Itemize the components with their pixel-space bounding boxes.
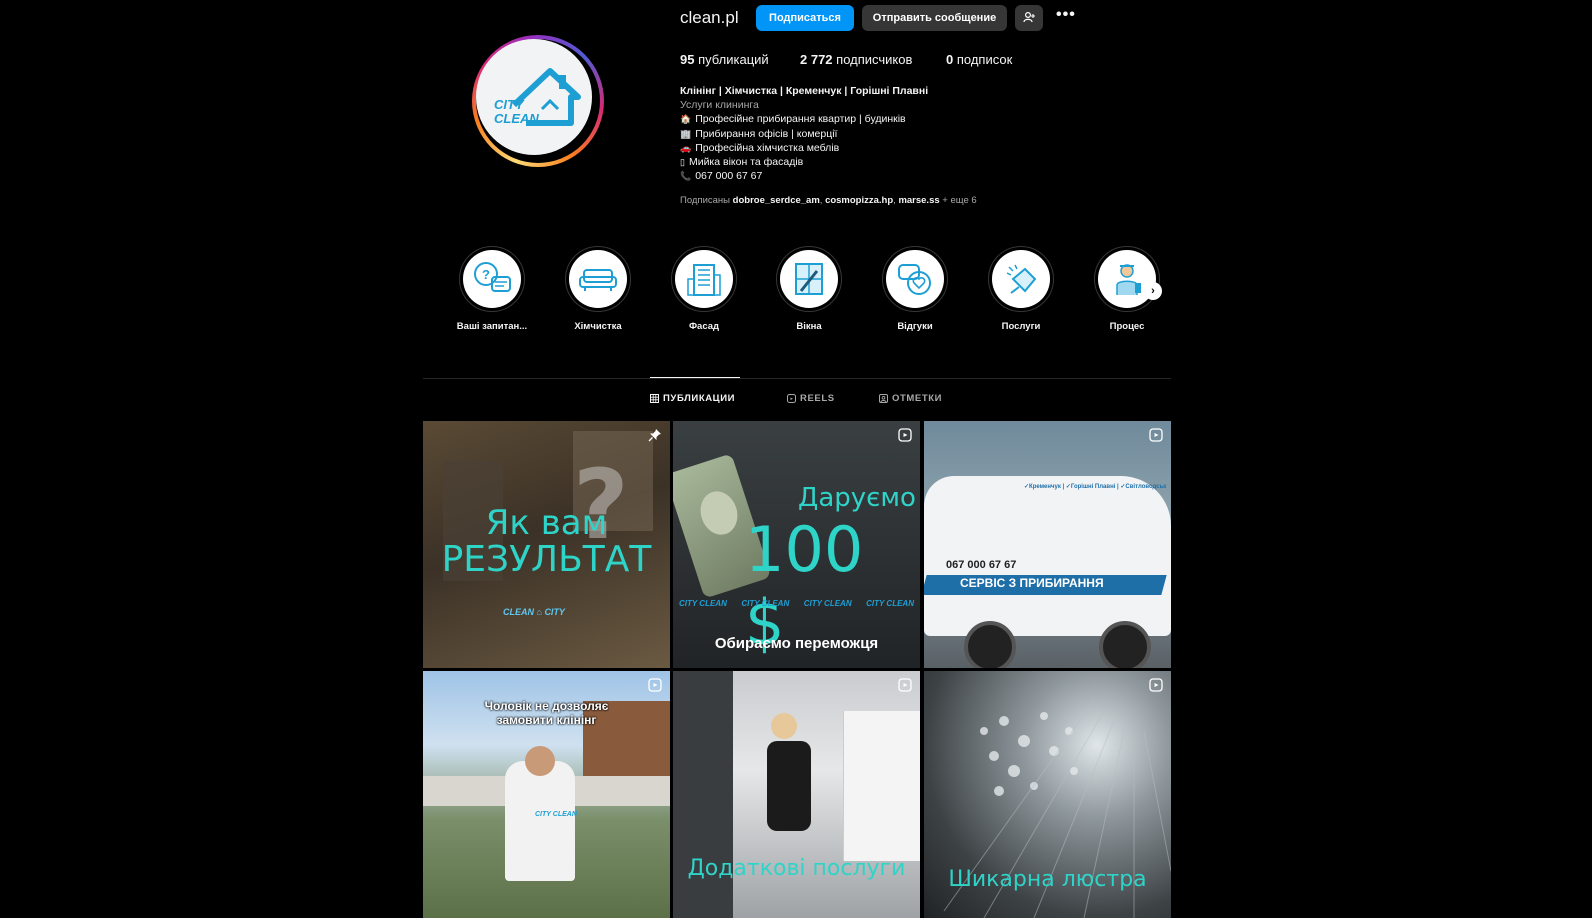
question-chat-icon: ? bbox=[474, 262, 511, 292]
profile-full-name: Клінінг | Хімчистка | Кременчук | Горішн… bbox=[680, 85, 929, 97]
highlight-label: Хімчистка bbox=[574, 321, 622, 332]
follow-button[interactable]: Подписаться bbox=[756, 5, 854, 31]
building-icon bbox=[687, 264, 721, 296]
window-cleaning-icon bbox=[795, 263, 823, 295]
svg-text:?: ? bbox=[482, 267, 490, 282]
post-tile[interactable]: Даруємо 100 $ CITY CLEAN CITY CLEAN CITY C… bbox=[673, 421, 920, 668]
following-stat[interactable]: 0 подписок bbox=[946, 52, 1012, 67]
van-image bbox=[924, 476, 1171, 636]
post-caption: замовити клінінг bbox=[496, 713, 597, 727]
van-top-text: ✓Кременчук | ✓Горішні Плавні | ✓Світлово… bbox=[1024, 484, 1167, 490]
reel-icon bbox=[1149, 678, 1163, 692]
highlight-dry-cleaning[interactable]: Хімчистка bbox=[558, 246, 638, 332]
logo-text-clean: CLEAN bbox=[494, 111, 539, 126]
post-logo: CLEAN ⌂ CITY bbox=[503, 607, 565, 617]
highlight-label: Відгуки bbox=[897, 321, 933, 332]
tagged-icon bbox=[879, 394, 888, 403]
bio-line: 🏠 Професійне прибирання квартир | будинкі… bbox=[680, 113, 906, 126]
posts-stat: 95 публикаций bbox=[680, 52, 769, 67]
van-banner: СЕРВІС З ПРИБИРАННЯ bbox=[960, 576, 1104, 590]
highlight-windows[interactable]: Вікна bbox=[769, 246, 849, 332]
logo-text-city: CITY bbox=[494, 97, 525, 112]
office-building-icon: 🏢 bbox=[680, 128, 692, 139]
followed-by[interactable]: Подписаны dobroe_serdce_am, cosmopizza.h… bbox=[680, 195, 977, 206]
post-tile[interactable]: CITY CLEAN Чоловік не дозволяє замовити … bbox=[423, 671, 670, 918]
post-tile[interactable]: Шикарна люстра bbox=[924, 671, 1171, 918]
post-title: Як вам bbox=[485, 503, 608, 543]
post-tile[interactable]: Додаткові послуги bbox=[673, 671, 920, 918]
reel-icon bbox=[898, 678, 912, 692]
post-caption: Шикарна люстра bbox=[948, 867, 1147, 892]
profile-bio: Клінінг | Хімчистка | Кременчук | Горішн… bbox=[680, 84, 1060, 183]
sofa-icon bbox=[579, 269, 617, 291]
highlight-label: Ваші запитан... bbox=[456, 321, 528, 332]
heart-chat-icon bbox=[898, 264, 931, 295]
bio-line: 🚗 Професійна хімчистка меблів bbox=[680, 141, 840, 154]
post-caption: Додаткові послуги bbox=[687, 856, 906, 881]
reel-icon bbox=[648, 678, 662, 692]
followers-stat[interactable]: 2 772 подписчиков bbox=[800, 52, 946, 67]
worker-image bbox=[767, 741, 811, 831]
send-message-button[interactable]: Отправить сообщение bbox=[862, 5, 1007, 31]
logo-row: CITY CLEAN CITY CLEAN CITY CLEAN CITY CLEAN bbox=[679, 599, 914, 608]
reel-icon bbox=[1149, 428, 1163, 442]
post-title: Даруємо bbox=[798, 483, 916, 513]
post-caption: Обираємо переможця bbox=[714, 635, 879, 652]
highlight-services[interactable]: Послуги bbox=[981, 246, 1061, 332]
city-clean-logo: CITY CLEAN bbox=[476, 39, 592, 155]
pin-icon bbox=[648, 429, 661, 442]
profile-stats: 95 публикаций 2 772 подписчиков 0 подпис… bbox=[680, 52, 1012, 67]
bio-line: 🏢 Прибирання офісів | комерції bbox=[680, 127, 838, 140]
window-icon: ▯ bbox=[680, 157, 685, 168]
tab-posts[interactable]: ПУБЛИКАЦИИ bbox=[650, 393, 735, 404]
highlight-label: Процес bbox=[1109, 321, 1145, 332]
car-icon: 🚗 bbox=[680, 142, 692, 153]
highlight-label: Фасад bbox=[688, 321, 720, 332]
man-image bbox=[505, 761, 575, 881]
post-caption: Чоловік не дозволяє bbox=[484, 699, 609, 713]
highlights-next-button[interactable]: › bbox=[1144, 282, 1162, 300]
profile-username: clean.pl bbox=[680, 8, 739, 27]
post-title: РЕЗУЛЬТАТ bbox=[441, 539, 652, 580]
chevron-right-icon: › bbox=[1151, 285, 1155, 297]
profile-category: Услуги клининга bbox=[680, 99, 759, 112]
house-icon: 🏠 bbox=[680, 114, 692, 125]
tab-tagged[interactable]: ОТМЕТКИ bbox=[879, 393, 942, 404]
tab-reels[interactable]: REELS bbox=[787, 393, 835, 404]
grid-icon bbox=[650, 394, 659, 403]
highlight-questions[interactable]: ? Ваші запитан... bbox=[452, 246, 532, 332]
bio-line: 📞 067 000 67 67 bbox=[680, 170, 763, 183]
shirt-logo: CITY CLEAN bbox=[535, 811, 577, 818]
highlight-facade[interactable]: Фасад bbox=[664, 246, 744, 332]
suggested-people-button[interactable] bbox=[1015, 5, 1043, 31]
post-tile[interactable]: ? Як вам РЕЗУЛЬТАТ CLEAN ⌂ CITY bbox=[423, 421, 670, 668]
add-person-icon bbox=[1023, 11, 1035, 26]
cleaner-person-icon bbox=[1116, 264, 1141, 295]
tabs-divider bbox=[423, 378, 1171, 379]
highlight-label: Вікна bbox=[796, 321, 822, 332]
van-phone: 067 000 67 67 bbox=[946, 559, 1017, 571]
cleaning-hand-icon bbox=[1006, 264, 1037, 294]
bio-line: ▯ Мийка вікон та фасадів bbox=[680, 156, 804, 169]
reel-icon bbox=[898, 428, 912, 442]
phone-icon: 📞 bbox=[680, 171, 692, 182]
post-tile[interactable]: ✓Кременчук | ✓Горішні Плавні | ✓Світлово… bbox=[924, 421, 1171, 668]
more-options-icon[interactable]: ••• bbox=[1056, 6, 1076, 24]
reels-icon bbox=[787, 394, 796, 403]
profile-avatar[interactable]: CITY CLEAN bbox=[472, 35, 604, 167]
active-tab-indicator bbox=[650, 377, 740, 378]
highlight-reviews[interactable]: Відгуки bbox=[875, 246, 955, 332]
highlight-label: Послуги bbox=[1001, 321, 1041, 332]
